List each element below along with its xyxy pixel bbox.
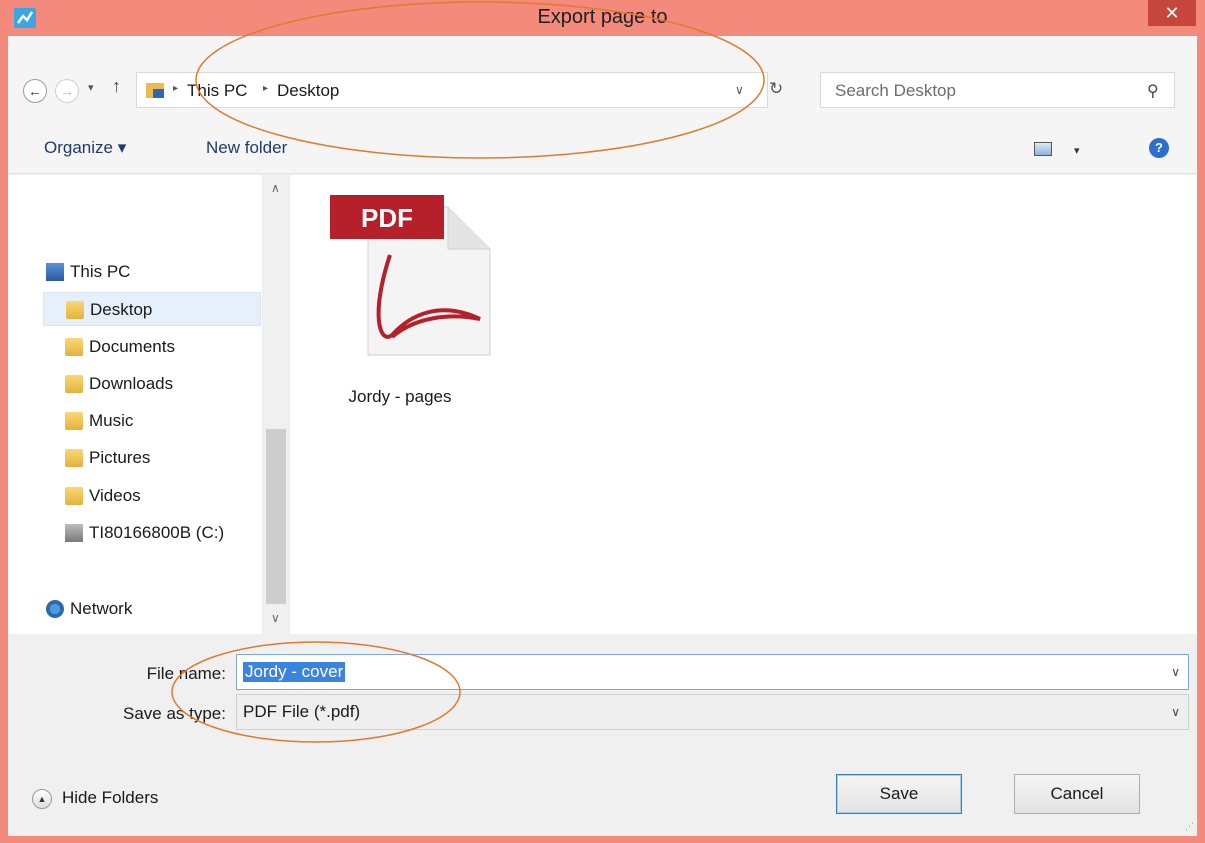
help-icon[interactable]: ?: [1149, 138, 1169, 158]
up-button[interactable]: ↑: [112, 76, 121, 97]
sidebar-item-pictures[interactable]: Pictures: [36, 441, 262, 475]
sidebar-item-local-drive[interactable]: TI80166800B (C:): [36, 516, 262, 550]
save-type-value: PDF File (*.pdf): [243, 702, 361, 721]
browser-area: This PC Desktop Documents Downloads Musi…: [8, 175, 1197, 634]
navigation-bar: ← → ▾ ↑ ▸ This PC ▸ Desktop ∨ ↻ Search D…: [8, 36, 1197, 122]
hide-folders-label: Hide Folders: [62, 788, 159, 807]
view-dropdown-icon[interactable]: ▾: [1074, 144, 1080, 157]
search-icon[interactable]: ⚲: [1147, 81, 1159, 101]
scroll-thumb[interactable]: [266, 429, 286, 604]
sidebar-item-documents[interactable]: Documents: [36, 330, 262, 364]
title-bar[interactable]: Export page to ✕: [0, 0, 1205, 36]
drive-icon: [65, 524, 83, 542]
save-button[interactable]: Save: [836, 774, 962, 814]
file-name: Jordy - pages: [348, 387, 452, 406]
sidebar-item-label: Network: [70, 599, 133, 618]
folder-icon: [146, 83, 164, 98]
export-dialog: Export page to ✕ ← → ▾ ↑ ▸ This PC ▸ Des…: [0, 0, 1205, 843]
pdf-badge: PDF: [361, 203, 413, 233]
address-bar[interactable]: ▸ This PC ▸ Desktop ∨ ↻: [136, 72, 783, 108]
file-name-input[interactable]: Jordy - cover ∨: [236, 654, 1189, 690]
navigation-pane: This PC Desktop Documents Downloads Musi…: [8, 175, 262, 634]
chevron-down-icon[interactable]: ∨: [1171, 705, 1180, 719]
save-options-pane: File name: Jordy - cover ∨ Save as type:…: [8, 634, 1197, 836]
refresh-icon[interactable]: ↻: [769, 79, 783, 99]
file-item[interactable]: PDF Jordy - pages: [330, 195, 491, 406]
music-folder-icon: [65, 412, 83, 430]
videos-folder-icon: [65, 487, 83, 505]
hide-folders-button[interactable]: ▲ Hide Folders: [32, 788, 158, 809]
new-folder-button[interactable]: New folder: [206, 138, 287, 158]
organize-button[interactable]: Organize ▾: [44, 138, 126, 158]
sidebar-item-label: Videos: [89, 486, 141, 505]
file-list: PDF Jordy - pages: [290, 175, 1197, 634]
dialog-body: ← → ▾ ↑ ▸ This PC ▸ Desktop ∨ ↻ Search D…: [8, 36, 1197, 836]
cancel-button[interactable]: Cancel: [1014, 774, 1140, 814]
sidebar-item-this-pc[interactable]: This PC: [36, 255, 262, 289]
forward-button[interactable]: →: [55, 79, 79, 103]
sidebar-item-label: Documents: [89, 337, 175, 356]
file-name-value: Jordy - cover: [243, 662, 346, 682]
command-toolbar: Organize ▾ New folder ▾ ?: [8, 122, 1197, 174]
sidebar-item-desktop[interactable]: Desktop: [43, 292, 261, 326]
pictures-folder-icon: [65, 449, 83, 467]
sidebar-item-label: Downloads: [89, 374, 174, 393]
documents-folder-icon: [65, 338, 83, 356]
back-button[interactable]: ←: [23, 79, 47, 103]
recent-locations-button[interactable]: ▾: [88, 81, 94, 94]
sidebar-item-downloads[interactable]: Downloads: [36, 367, 262, 401]
search-placeholder: Search Desktop: [835, 81, 956, 100]
downloads-folder-icon: [65, 375, 83, 393]
window-title: Export page to: [537, 6, 668, 28]
scroll-up-icon[interactable]: ∧: [271, 181, 280, 195]
save-type-select[interactable]: PDF File (*.pdf) ∨: [236, 694, 1189, 730]
breadcrumb-this-pc[interactable]: This PC: [187, 81, 247, 101]
breadcrumb-separator: ▸: [263, 83, 269, 94]
view-options-icon[interactable]: [1034, 142, 1052, 156]
computer-icon: [46, 263, 64, 281]
navigation-scrollbar[interactable]: ∧ ∨: [262, 175, 290, 634]
breadcrumb-desktop[interactable]: Desktop: [277, 81, 339, 101]
sidebar-item-music[interactable]: Music: [36, 404, 262, 438]
sidebar-item-label: Music: [89, 411, 134, 430]
close-button[interactable]: ✕: [1148, 0, 1196, 26]
sidebar-item-label: Desktop: [90, 300, 153, 319]
file-name-label: File name:: [146, 664, 226, 683]
breadcrumb-separator: ▸: [173, 83, 179, 94]
desktop-folder-icon: [66, 301, 84, 319]
collapse-icon: ▲: [32, 788, 52, 809]
chevron-down-icon[interactable]: ∨: [1171, 665, 1180, 679]
resize-grip-icon[interactable]: ⋰: [1185, 821, 1194, 832]
sidebar-item-videos[interactable]: Videos: [36, 479, 262, 513]
sidebar-item-network[interactable]: Network: [36, 592, 262, 626]
search-input[interactable]: Search Desktop ⚲: [820, 72, 1175, 108]
save-type-label: Save as type:: [122, 704, 226, 723]
address-dropdown-icon[interactable]: ∨: [735, 83, 744, 97]
network-icon: [46, 600, 64, 618]
pdf-file-icon: PDF: [330, 195, 491, 356]
sidebar-item-label: Pictures: [89, 448, 151, 467]
scroll-down-icon[interactable]: ∨: [271, 611, 280, 625]
sidebar-item-label: TI80166800B (C:): [89, 523, 225, 542]
sidebar-item-label: This PC: [70, 262, 131, 281]
